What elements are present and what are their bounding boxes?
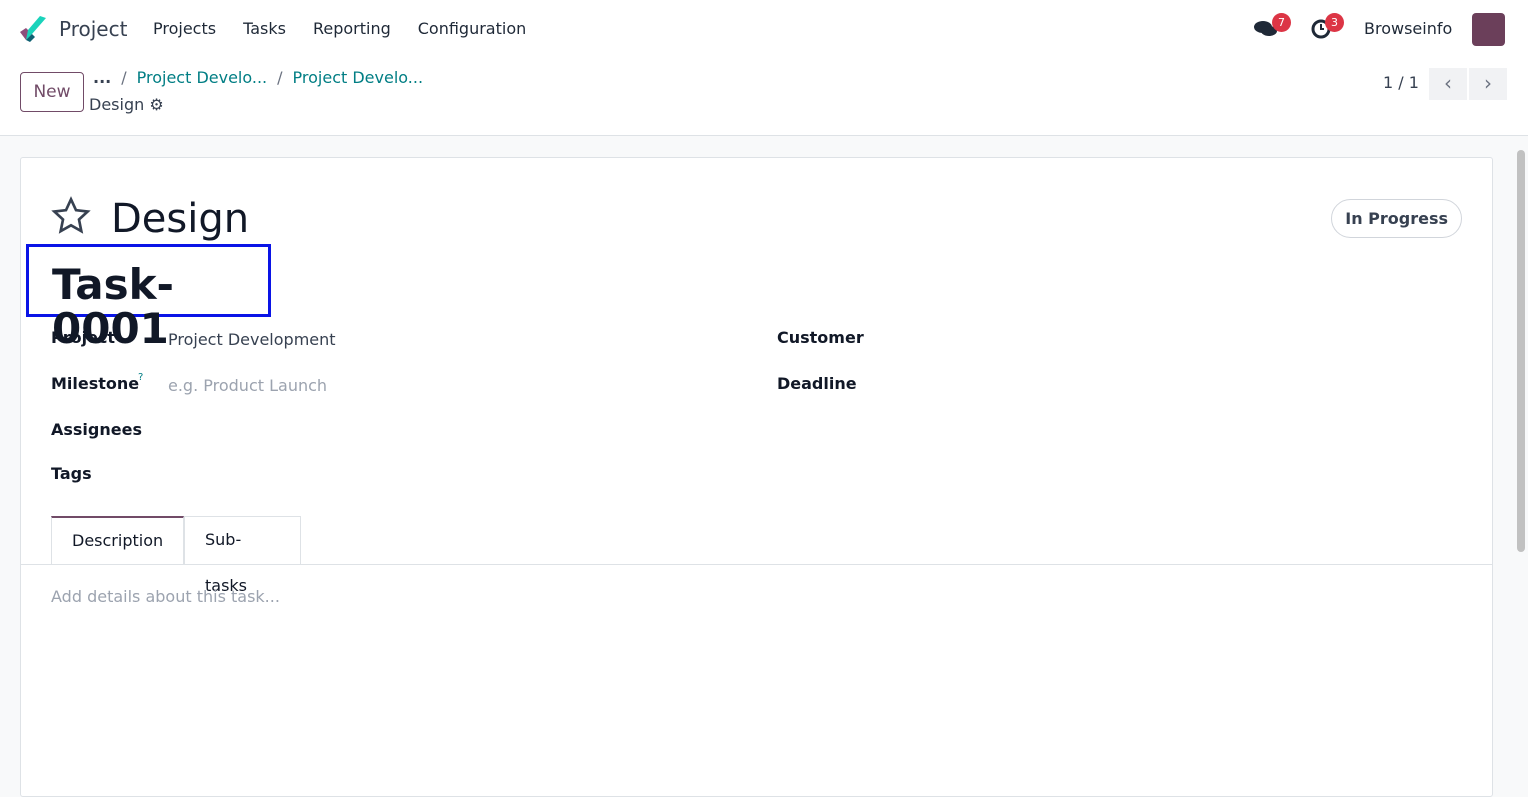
app-name[interactable]: Project [59,17,127,41]
scrollbar[interactable] [1517,150,1525,552]
current-record: Design [89,95,145,114]
pager-previous-button[interactable]: ‹ [1429,68,1467,100]
assignees-label: Assignees [51,420,142,439]
menu-configuration[interactable]: Configuration [418,19,527,38]
menu-projects[interactable]: Projects [153,19,216,38]
tab-description[interactable]: Description [51,516,184,564]
control-panel: New ... / Project Develo... / Project Develo… [0,58,1528,136]
milestone-label: Milestone [51,374,140,393]
description-editor[interactable]: Add details about this task... [51,587,280,606]
tags-label: Tags [51,464,92,483]
milestone-help-icon[interactable]: ? [138,372,143,383]
user-menu[interactable]: Browseinfo [1364,19,1452,38]
pager-next-button[interactable]: › [1469,68,1507,100]
task-name[interactable]: Design [111,196,249,242]
project-app-logo[interactable] [18,16,48,44]
deadline-label: Deadline [777,374,857,393]
breadcrumb-project[interactable]: Project Develo... [137,68,268,87]
messages-badge: 7 [1272,13,1291,32]
task-reference: Task-0001 [26,244,271,351]
star-icon[interactable] [51,196,91,236]
form-sheet: Design In Progress Task-0001 Project Pro… [20,157,1493,797]
status-button[interactable]: In Progress [1331,199,1462,238]
menu-reporting[interactable]: Reporting [313,19,391,38]
menu-tasks[interactable]: Tasks [243,19,286,38]
gear-icon[interactable]: ⚙ [149,95,163,114]
project-field[interactable]: Project Development [168,330,336,349]
new-button[interactable]: New [20,72,84,112]
breadcrumb: ... / Project Develo... / Project Develo... [93,68,424,87]
top-navbar: Project Projects Tasks Reporting Configu… [0,0,1528,58]
project-label: Project [51,328,116,347]
breadcrumb-project-2[interactable]: Project Develo... [293,68,424,87]
breadcrumb-ellipsis[interactable]: ... [93,68,111,87]
customer-label: Customer [777,328,864,347]
tab-sub-tasks[interactable]: Sub-tasks [184,516,301,595]
pager-value[interactable]: 1 / 1 [1383,73,1419,92]
activities-badge: 3 [1325,13,1344,32]
milestone-input[interactable]: e.g. Product Launch [168,376,327,395]
avatar[interactable] [1472,13,1505,46]
